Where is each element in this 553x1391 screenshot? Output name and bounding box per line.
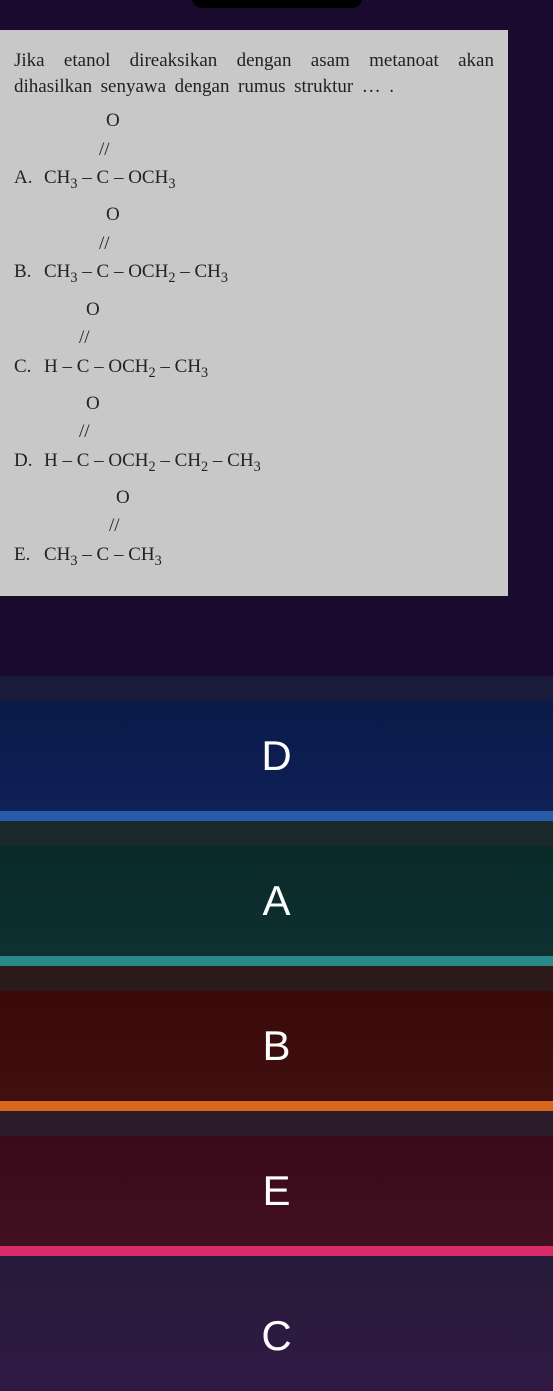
carbonyl-slash: // (14, 324, 494, 353)
carbonyl-o: O (14, 201, 494, 230)
divider (0, 1246, 553, 1256)
carbonyl-o: O (14, 107, 494, 136)
option-c-formula: C.H – C – OCH2 – CH3 (14, 353, 494, 384)
answer-button-e[interactable]: E (0, 1136, 553, 1246)
divider (0, 956, 553, 966)
option-a: O // A.CH3 – C – OCH3 (14, 107, 494, 195)
answer-label: C (261, 1312, 291, 1360)
option-e-formula: E.CH3 – C – CH3 (14, 541, 494, 572)
question-prompt: Jika etanol direaksikan dengan asam meta… (14, 48, 494, 99)
carbonyl-o: O (14, 296, 494, 325)
divider (0, 1101, 553, 1111)
answer-label: D (261, 732, 291, 780)
status-bar (0, 0, 553, 30)
divider (0, 676, 553, 701)
divider (0, 1256, 553, 1281)
option-b-formula: B.CH3 – C – OCH2 – CH3 (14, 258, 494, 289)
answer-button-a[interactable]: A (0, 846, 553, 956)
divider (0, 811, 553, 821)
answer-label: E (262, 1167, 290, 1215)
option-b: O // B.CH3 – C – OCH2 – CH3 (14, 201, 494, 289)
option-a-formula: A.CH3 – C – OCH3 (14, 164, 494, 195)
divider (0, 966, 553, 991)
divider (0, 1111, 553, 1136)
answer-button-b[interactable]: B (0, 991, 553, 1101)
option-e: O // E.CH3 – C – CH3 (14, 484, 494, 572)
answer-buttons-container: D A B E C (0, 676, 553, 1391)
divider (0, 821, 553, 846)
question-card: Jika etanol direaksikan dengan asam meta… (0, 30, 508, 596)
answer-label: B (262, 1022, 290, 1070)
carbonyl-o: O (14, 484, 494, 513)
carbonyl-slash: // (14, 512, 494, 541)
carbonyl-o: O (14, 390, 494, 419)
option-d-formula: D.H – C – OCH2 – CH2 – CH3 (14, 447, 494, 478)
carbonyl-slash: // (14, 136, 494, 165)
answer-label: A (262, 877, 290, 925)
carbonyl-slash: // (14, 418, 494, 447)
notch-pill (192, 0, 362, 8)
spacer (0, 596, 553, 676)
option-d: O // D.H – C – OCH2 – CH2 – CH3 (14, 390, 494, 478)
carbonyl-slash: // (14, 230, 494, 259)
option-c: O // C.H – C – OCH2 – CH3 (14, 296, 494, 384)
answer-button-d[interactable]: D (0, 701, 553, 811)
